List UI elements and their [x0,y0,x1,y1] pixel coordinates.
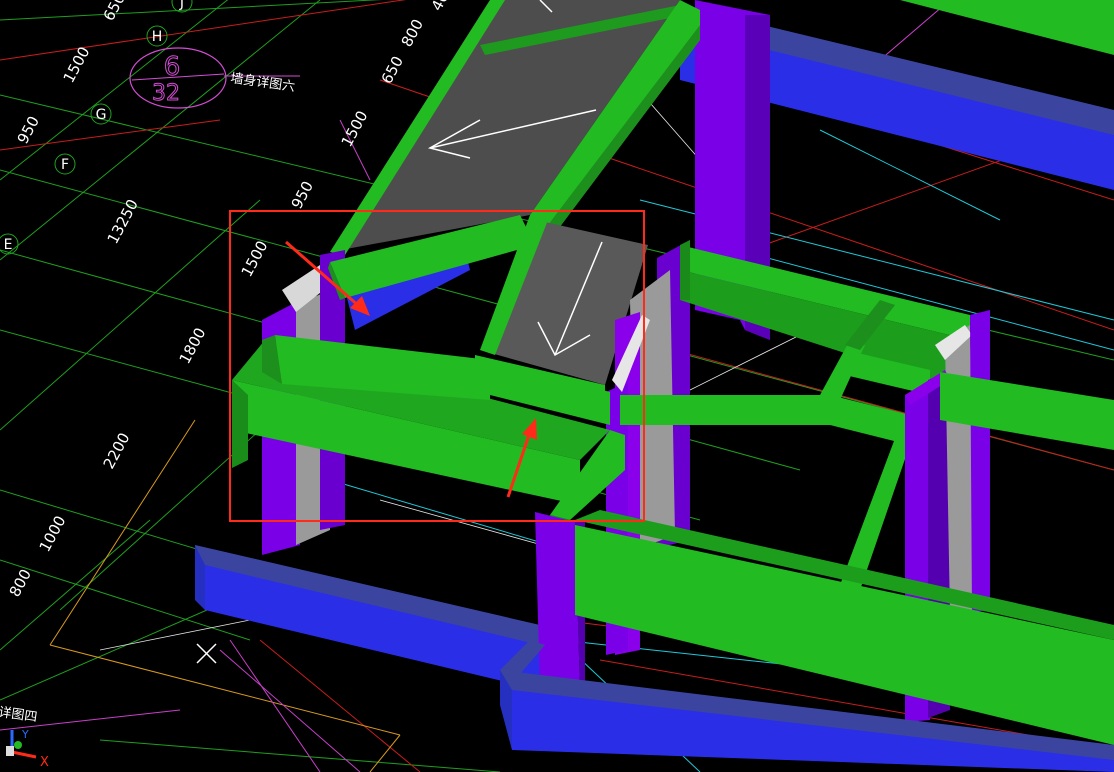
axis-label-g: G [96,107,107,123]
detail-callout-bottom: 32 [152,81,180,106]
axis-label-h: H [152,29,163,45]
axis-label-j: J [179,0,184,11]
cad-3d-viewport[interactable]: J H G F E 650 800 400 1500 650 1500 950 … [0,0,1114,772]
axis-label-e: E [4,237,13,253]
ucs-y-label: Y [21,728,29,741]
axis-label-f: F [61,157,69,173]
ucs-x-label: X [40,755,49,770]
detail-callout-top: 6 [164,52,181,82]
